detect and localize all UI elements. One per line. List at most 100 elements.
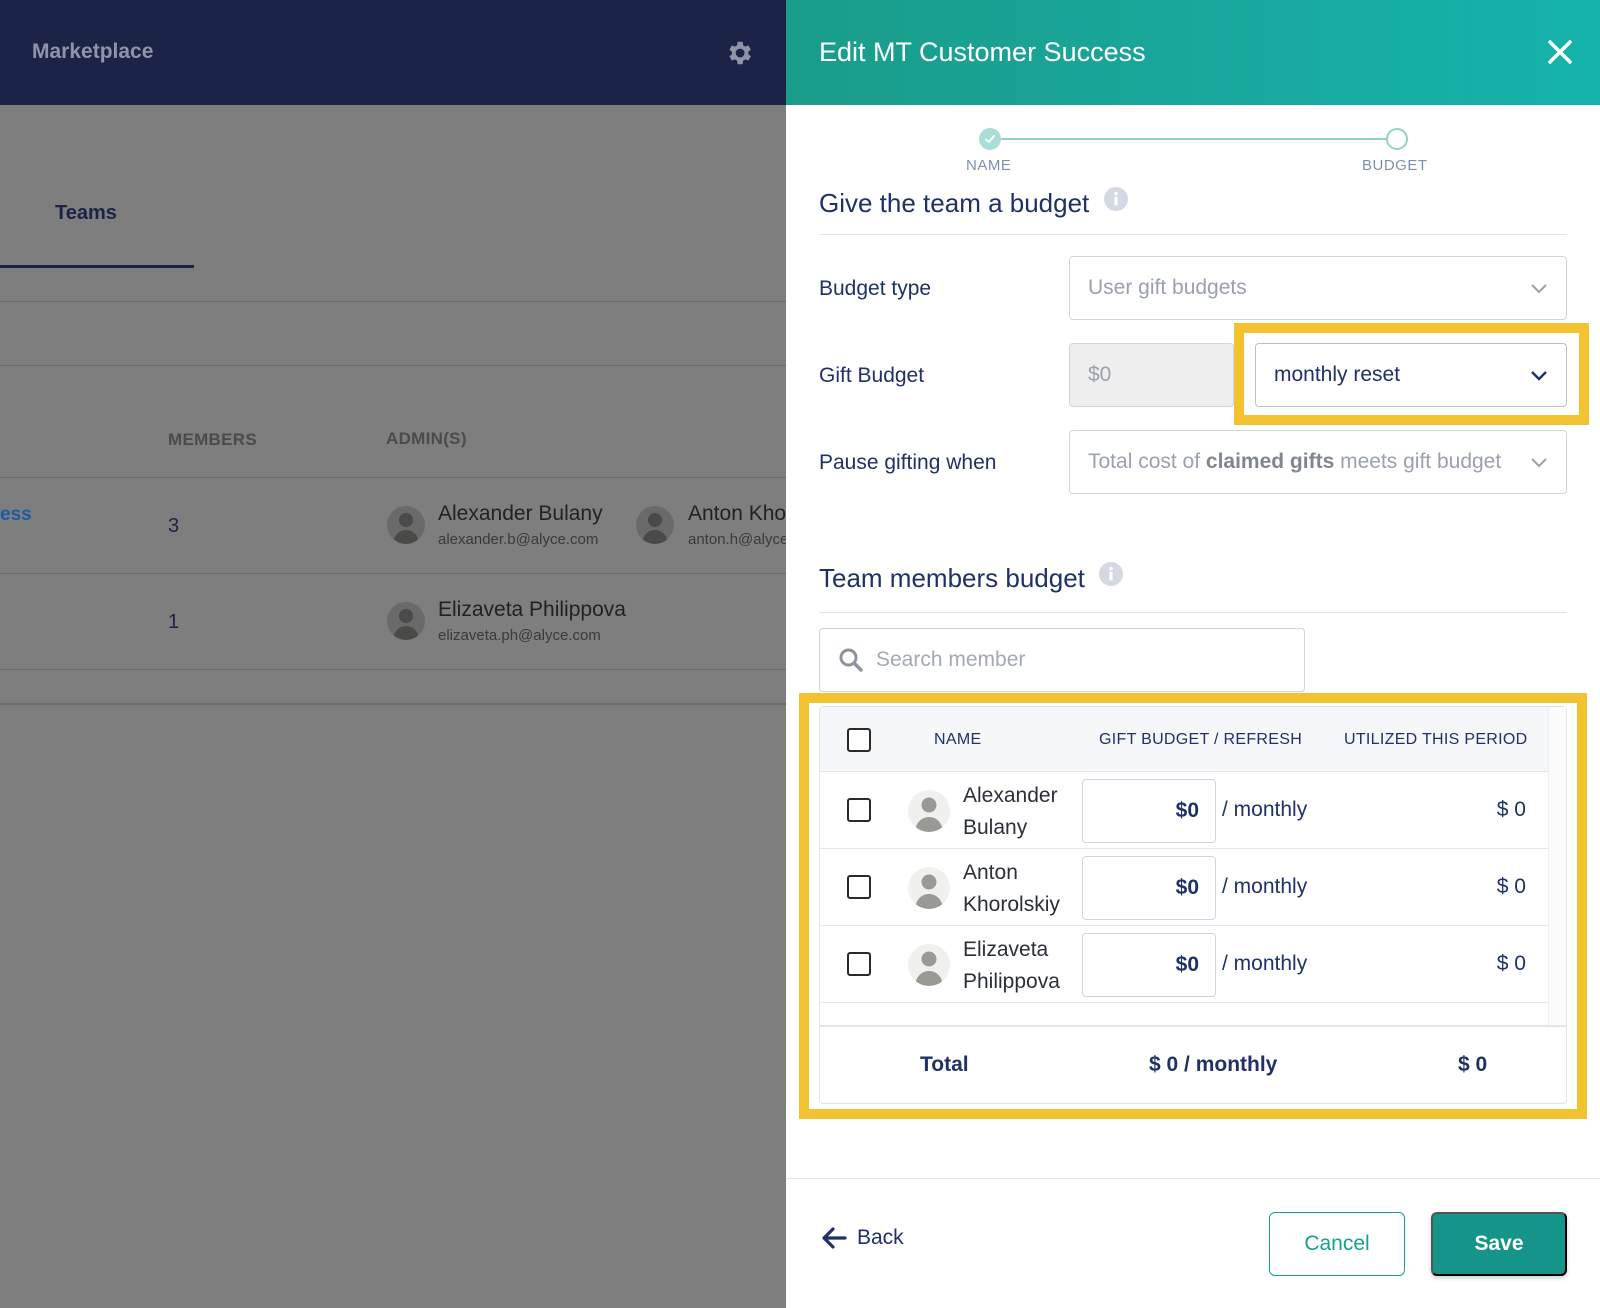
admin-email: anton.h@alyce <box>688 531 786 548</box>
gift-budget-label: Gift Budget <box>819 364 925 387</box>
member-count: 3 <box>168 515 180 537</box>
back-button[interactable]: Back <box>821 1226 904 1250</box>
members-table: NAME GIFT BUDGET / REFRESH UTILIZED THIS… <box>819 706 1567 1104</box>
member-period: / monthly <box>1222 952 1308 975</box>
member-name: Anton Khorolskiy <box>963 861 1060 916</box>
step-name-label: NAME <box>966 157 1012 174</box>
divider <box>819 234 1567 235</box>
arrow-left-icon <box>822 1227 847 1249</box>
info-icon[interactable] <box>1098 561 1124 587</box>
member-name: Alexander Bulany <box>963 784 1058 839</box>
member-utilized: $ 0 <box>1496 952 1526 975</box>
member-budget-input[interactable] <box>1082 779 1216 843</box>
panel-header: Edit MT Customer Success <box>786 0 1600 105</box>
admin-email: elizaveta.ph@alyce.com <box>438 627 601 644</box>
divider <box>819 612 1567 613</box>
budget-type-value: User gift budgets <box>1088 276 1247 299</box>
total-budget: $ 0 / monthly <box>1149 1053 1278 1076</box>
member-utilized: $ 0 <box>1496 875 1526 898</box>
stepper: NAME BUDGET <box>786 105 1600 185</box>
budget-section-title: Give the team a budget <box>819 186 1129 219</box>
budget-type-select[interactable]: User gift budgets <box>1069 256 1567 320</box>
close-button[interactable] <box>1542 34 1578 70</box>
row-checkbox[interactable] <box>847 798 871 822</box>
avatar <box>387 506 425 544</box>
budget-section-title-text: Give the team a budget <box>819 188 1090 218</box>
member-count: 1 <box>168 611 180 633</box>
member-budget-input[interactable] <box>1082 933 1216 997</box>
total-utilized: $ 0 <box>1458 1053 1488 1076</box>
avatar <box>387 602 425 640</box>
search-icon <box>839 648 863 672</box>
gear-icon[interactable] <box>724 38 754 68</box>
search-member-box[interactable] <box>819 628 1305 692</box>
table-row: Elizaveta Philippova / monthly $ 0 <box>820 926 1548 1003</box>
member-period: / monthly <box>1222 798 1308 821</box>
pause-gifting-value: Total cost of claimed gifts meets gift b… <box>1088 450 1502 473</box>
column-header-members[interactable]: MEMBERS <box>168 430 257 450</box>
select-all-checkbox[interactable] <box>847 728 871 752</box>
divider <box>0 477 786 478</box>
table-scrollbar[interactable] <box>1548 707 1566 1029</box>
info-icon[interactable] <box>1103 186 1129 212</box>
admin-name: Elizaveta Philippova <box>438 598 626 621</box>
step-budget-dot[interactable] <box>1386 128 1408 150</box>
avatar <box>908 790 950 832</box>
member-name: Elizaveta Philippova <box>963 938 1060 993</box>
stepper-line <box>990 138 1386 140</box>
member-budget-input[interactable] <box>1082 856 1216 920</box>
chevron-down-icon <box>1531 371 1547 381</box>
team-link[interactable]: ess <box>0 504 32 526</box>
chevron-down-icon <box>1531 458 1547 468</box>
table-row: Anton Khorolskiy / monthly $ 0 <box>820 849 1548 926</box>
back-label: Back <box>857 1226 904 1249</box>
divider <box>0 703 786 705</box>
admin-name: Anton Kho <box>688 502 786 525</box>
tab-teams[interactable]: Teams <box>55 202 117 225</box>
chevron-down-icon <box>1531 284 1547 294</box>
pause-gifting-label: Pause gifting when <box>819 451 997 474</box>
column-header-budget: GIFT BUDGET / REFRESH <box>1099 731 1303 748</box>
member-utilized: $ 0 <box>1496 798 1526 821</box>
search-member-input[interactable] <box>876 648 1276 672</box>
divider <box>0 669 786 670</box>
member-period: / monthly <box>1222 875 1308 898</box>
save-button[interactable]: Save <box>1431 1212 1567 1276</box>
divider <box>786 1178 1600 1179</box>
tab-active-indicator <box>0 265 194 268</box>
step-name-dot[interactable] <box>979 128 1001 150</box>
admin-email: alexander.b@alyce.com <box>438 531 599 548</box>
table-header: NAME GIFT BUDGET / REFRESH UTILIZED THIS… <box>820 707 1548 772</box>
table-row: Alexander Bulany / monthly $ 0 <box>820 772 1548 849</box>
divider <box>0 365 786 366</box>
row-checkbox[interactable] <box>847 875 871 899</box>
step-budget-label: BUDGET <box>1362 157 1428 174</box>
avatar <box>636 506 674 544</box>
total-label: Total <box>920 1053 969 1076</box>
column-header-admins: ADMIN(S) <box>386 429 467 448</box>
admin-name: Alexander Bulany <box>438 502 603 525</box>
divider <box>0 301 786 302</box>
edit-team-panel: Edit MT Customer Success NAME BUDGET Giv… <box>786 0 1600 1308</box>
column-header-utilized: UTILIZED THIS PERIOD <box>1344 731 1528 748</box>
nav-item-marketplace[interactable]: Marketplace <box>32 40 153 64</box>
row-checkbox[interactable] <box>847 952 871 976</box>
avatar <box>908 944 950 986</box>
column-header-name: NAME <box>934 731 982 748</box>
panel-title: Edit MT Customer Success <box>819 37 1146 67</box>
divider <box>0 573 786 574</box>
check-icon <box>985 135 995 144</box>
pause-gifting-select[interactable]: Total cost of claimed gifts meets gift b… <box>1069 430 1567 494</box>
top-nav: Marketplace <box>0 0 786 105</box>
avatar <box>908 867 950 909</box>
members-section-title: Team members budget <box>819 561 1124 594</box>
table-footer-total: Total $ 0 / monthly $ 0 <box>820 1025 1566 1103</box>
gift-budget-input: $0 <box>1069 343 1234 407</box>
background-app: Marketplace Teams MEMBERS ADMIN(S) ess 3… <box>0 0 786 1308</box>
members-section-title-text: Team members budget <box>819 563 1085 593</box>
refresh-value: monthly reset <box>1274 363 1401 386</box>
cancel-button[interactable]: Cancel <box>1269 1212 1405 1276</box>
refresh-select[interactable]: monthly reset <box>1255 343 1567 407</box>
close-icon <box>1548 40 1572 64</box>
gift-budget-value: $0 <box>1088 363 1112 386</box>
